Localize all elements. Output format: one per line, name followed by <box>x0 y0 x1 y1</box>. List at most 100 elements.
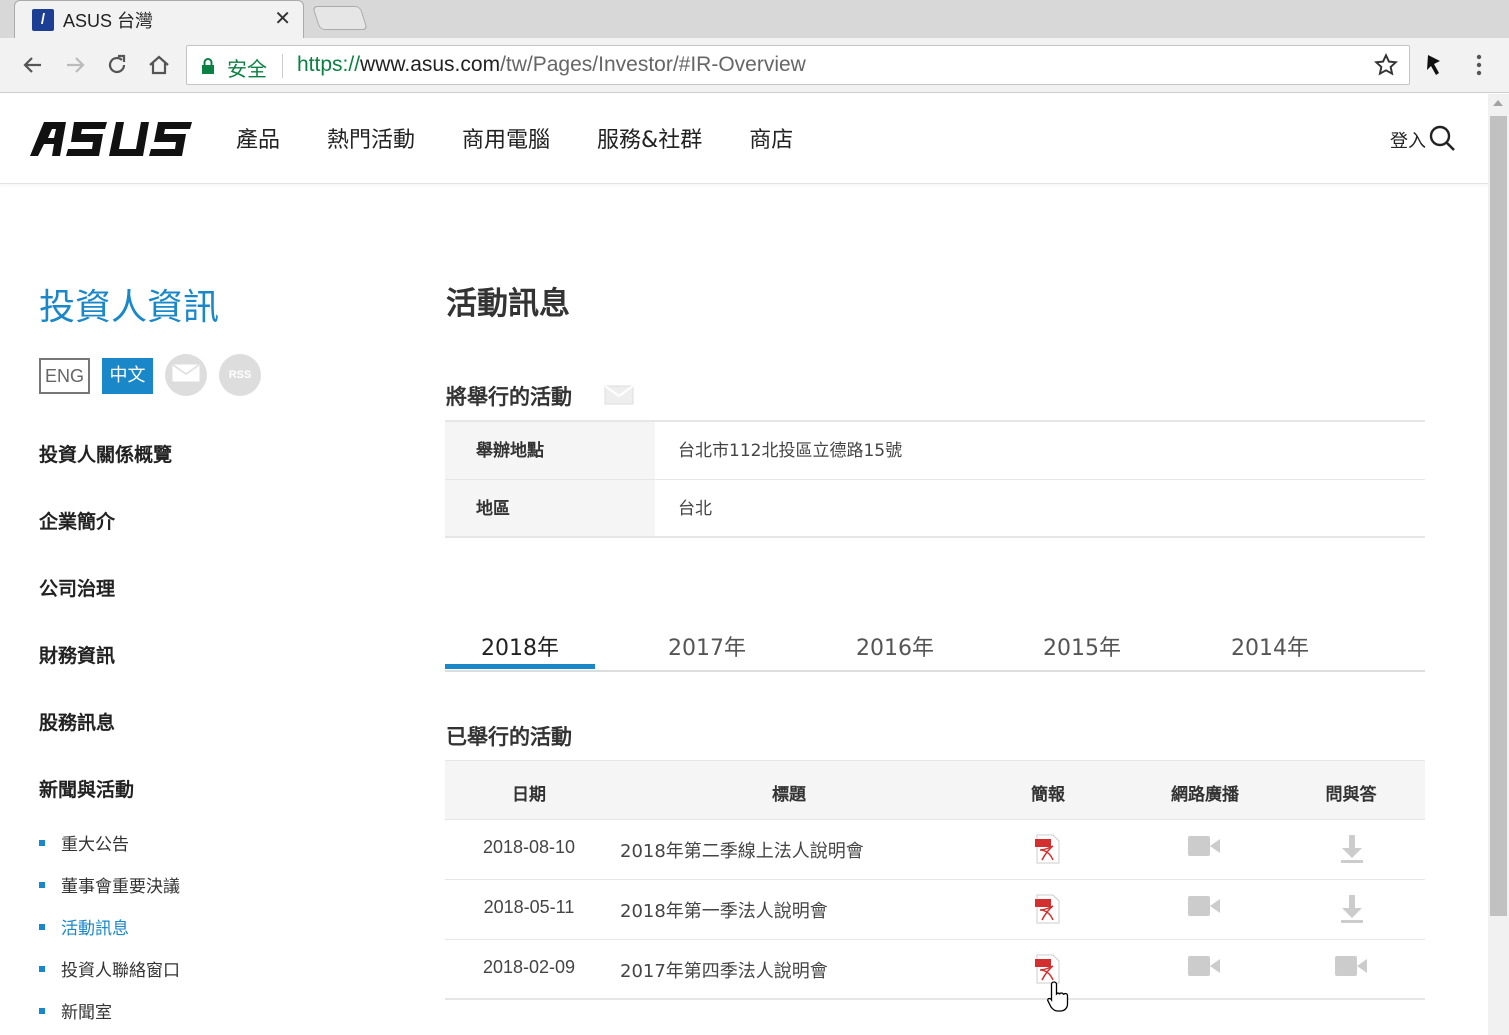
rss-icon: RSS <box>228 369 252 381</box>
pdf-icon[interactable] <box>1033 834 1063 868</box>
nav-item-store[interactable]: 商店 <box>749 122 793 154</box>
url-host: www.asus.com <box>360 53 501 76</box>
video-icon[interactable] <box>1187 954 1221 982</box>
sidebar-subitem-label: 投資人聯絡窗口 <box>61 961 180 981</box>
extension-icon[interactable] <box>1420 50 1450 80</box>
address-separator <box>282 54 283 78</box>
col-header-webcast: 網路廣播 <box>1171 785 1239 805</box>
tab-2015[interactable]: 2015年 <box>1007 630 1157 662</box>
sidebar-subitem-ir-contacts[interactable]: 投資人聯絡窗口 <box>39 956 180 981</box>
past-events-table: 日期 標題 簡報 網路廣播 問與答 2018-08-10 2018年第二季線上法… <box>445 760 1425 1000</box>
sidebar-item-governance[interactable]: 公司治理 <box>39 574 115 601</box>
event-title: 2017年第四季法人說明會 <box>620 961 828 982</box>
info-label: 地區 <box>445 480 655 536</box>
col-header-title: 標題 <box>772 785 806 805</box>
url-text[interactable]: https://www.asus.com/tw/Pages/Investor/#… <box>297 53 806 77</box>
sidebar-subitem-board-resolutions[interactable]: 董事會重要決議 <box>39 872 180 897</box>
year-tabs: 2018年 2017年 2016年 2015年 2014年 <box>445 620 1425 672</box>
forward-arrow-icon[interactable] <box>60 50 90 80</box>
sidebar-subitem-label: 活動訊息 <box>61 919 129 939</box>
pdf-icon[interactable] <box>1033 894 1063 928</box>
bullet <box>39 840 45 846</box>
hand-cursor-icon <box>1046 980 1072 1016</box>
tab-2014[interactable]: 2014年 <box>1195 630 1345 662</box>
address-bar[interactable]: 安全 https://www.asus.com/tw/Pages/Investo… <box>186 45 1410 85</box>
tab-2016[interactable]: 2016年 <box>820 630 970 662</box>
sidebar-subitem-label: 重大公告 <box>61 835 129 855</box>
browser-tab-strip: / ASUS 台灣 ✕ <box>0 0 1509 38</box>
mail-subscribe-button[interactable] <box>165 354 207 396</box>
video-icon[interactable] <box>1187 834 1221 862</box>
sidebar-subitem-label: 新聞室 <box>61 1003 112 1023</box>
download-icon[interactable] <box>1340 894 1364 928</box>
nav-item-service-community[interactable]: 服務&社群 <box>597 122 702 154</box>
bullet <box>39 924 45 930</box>
page-scrollbar[interactable] <box>1488 94 1509 1035</box>
main-nav: 產品 熱門活動 商用電腦 服務&社群 商店 <box>236 122 840 154</box>
bookmark-star-icon[interactable] <box>1373 52 1399 82</box>
table-header: 日期 標題 簡報 網路廣播 問與答 <box>445 760 1425 820</box>
sidebar-subitem-newsroom[interactable]: 新聞室 <box>39 998 112 1023</box>
url-path: /tw/Pages/Investor/#IR-Overview <box>500 53 806 76</box>
col-header-qa: 問與答 <box>1325 785 1377 805</box>
browser-toolbar: 安全 https://www.asus.com/tw/Pages/Investo… <box>0 38 1509 93</box>
asus-logo[interactable] <box>30 122 192 160</box>
back-arrow-icon[interactable] <box>18 50 48 80</box>
info-value: 台北市112北投區立德路15號 <box>678 441 903 461</box>
asus-favicon-icon: / <box>32 9 54 31</box>
info-row-location: 舉辦地點 台北市112北投區立德路15號 <box>445 422 1425 480</box>
event-title: 2018年第二季線上法人說明會 <box>620 841 864 862</box>
sidebar-item-ir-overview[interactable]: 投資人關係概覽 <box>39 440 172 467</box>
home-icon[interactable] <box>144 50 174 80</box>
url-scheme: https:// <box>297 53 361 76</box>
download-icon[interactable] <box>1340 834 1364 868</box>
nav-item-business-pc[interactable]: 商用電腦 <box>462 122 550 154</box>
nav-item-hot-events[interactable]: 熱門活動 <box>327 122 415 154</box>
event-date: 2018-08-10 <box>482 837 576 857</box>
event-date: 2018-05-11 <box>483 897 575 917</box>
mail-icon[interactable] <box>604 385 634 409</box>
new-tab-button[interactable] <box>312 6 368 30</box>
table-row: 2018-08-10 2018年第二季線上法人說明會 <box>445 820 1425 880</box>
event-date: 2018-02-09 <box>482 957 576 977</box>
reload-icon[interactable] <box>102 50 132 80</box>
lang-eng-button[interactable]: ENG <box>39 358 90 394</box>
video-icon[interactable] <box>1187 894 1221 922</box>
sidebar-item-news-events[interactable]: 新聞與活動 <box>39 775 134 802</box>
scroll-up-arrow-icon[interactable] <box>1493 100 1503 106</box>
mail-icon <box>172 364 200 386</box>
bullet <box>39 882 45 888</box>
sidebar-subitem-events[interactable]: 活動訊息 <box>39 914 129 939</box>
sidebar-item-company-profile[interactable]: 企業簡介 <box>39 507 115 534</box>
sidebar-subitem-announcements[interactable]: 重大公告 <box>39 830 129 855</box>
lock-icon <box>201 58 215 78</box>
active-tab-indicator <box>445 664 595 669</box>
browser-tab[interactable]: / ASUS 台灣 ✕ <box>14 0 304 38</box>
search-icon[interactable] <box>1428 124 1456 156</box>
sidebar-item-financials[interactable]: 財務資訊 <box>39 641 115 668</box>
login-link[interactable]: 登入 <box>1390 127 1426 153</box>
table-row: 2018-02-09 2017年第四季法人說明會 <box>445 940 1425 1000</box>
lang-zh-button[interactable]: 中文 <box>102 358 153 394</box>
rss-button[interactable]: RSS <box>219 354 261 396</box>
nav-item-products[interactable]: 產品 <box>236 122 280 154</box>
scroll-thumb[interactable] <box>1490 116 1507 916</box>
tab-2017[interactable]: 2017年 <box>632 630 782 662</box>
more-menu-icon[interactable] <box>1464 50 1494 80</box>
sidebar-title: 投資人資訊 <box>39 287 220 328</box>
tab-2018[interactable]: 2018年 <box>445 630 595 662</box>
tab-title: ASUS 台灣 <box>63 11 154 31</box>
tab-close-icon[interactable]: ✕ <box>274 6 291 30</box>
video-icon[interactable] <box>1334 954 1368 982</box>
event-title: 2018年第一季法人說明會 <box>620 901 828 922</box>
sidebar-subitem-label: 董事會重要決議 <box>61 877 180 897</box>
table-row: 2018-05-11 2018年第一季法人說明會 <box>445 880 1425 940</box>
sidebar-item-shareholder-info[interactable]: 股務訊息 <box>39 708 115 735</box>
info-label: 舉辦地點 <box>445 422 655 479</box>
col-header-date: 日期 <box>512 785 546 805</box>
upcoming-events-title: 將舉行的活動 <box>446 385 572 409</box>
bullet <box>39 966 45 972</box>
site-header: 產品 熱門活動 商用電腦 服務&社群 商店 登入 <box>0 94 1488 184</box>
bullet <box>39 1008 45 1014</box>
secure-label: 安全 <box>227 59 267 81</box>
